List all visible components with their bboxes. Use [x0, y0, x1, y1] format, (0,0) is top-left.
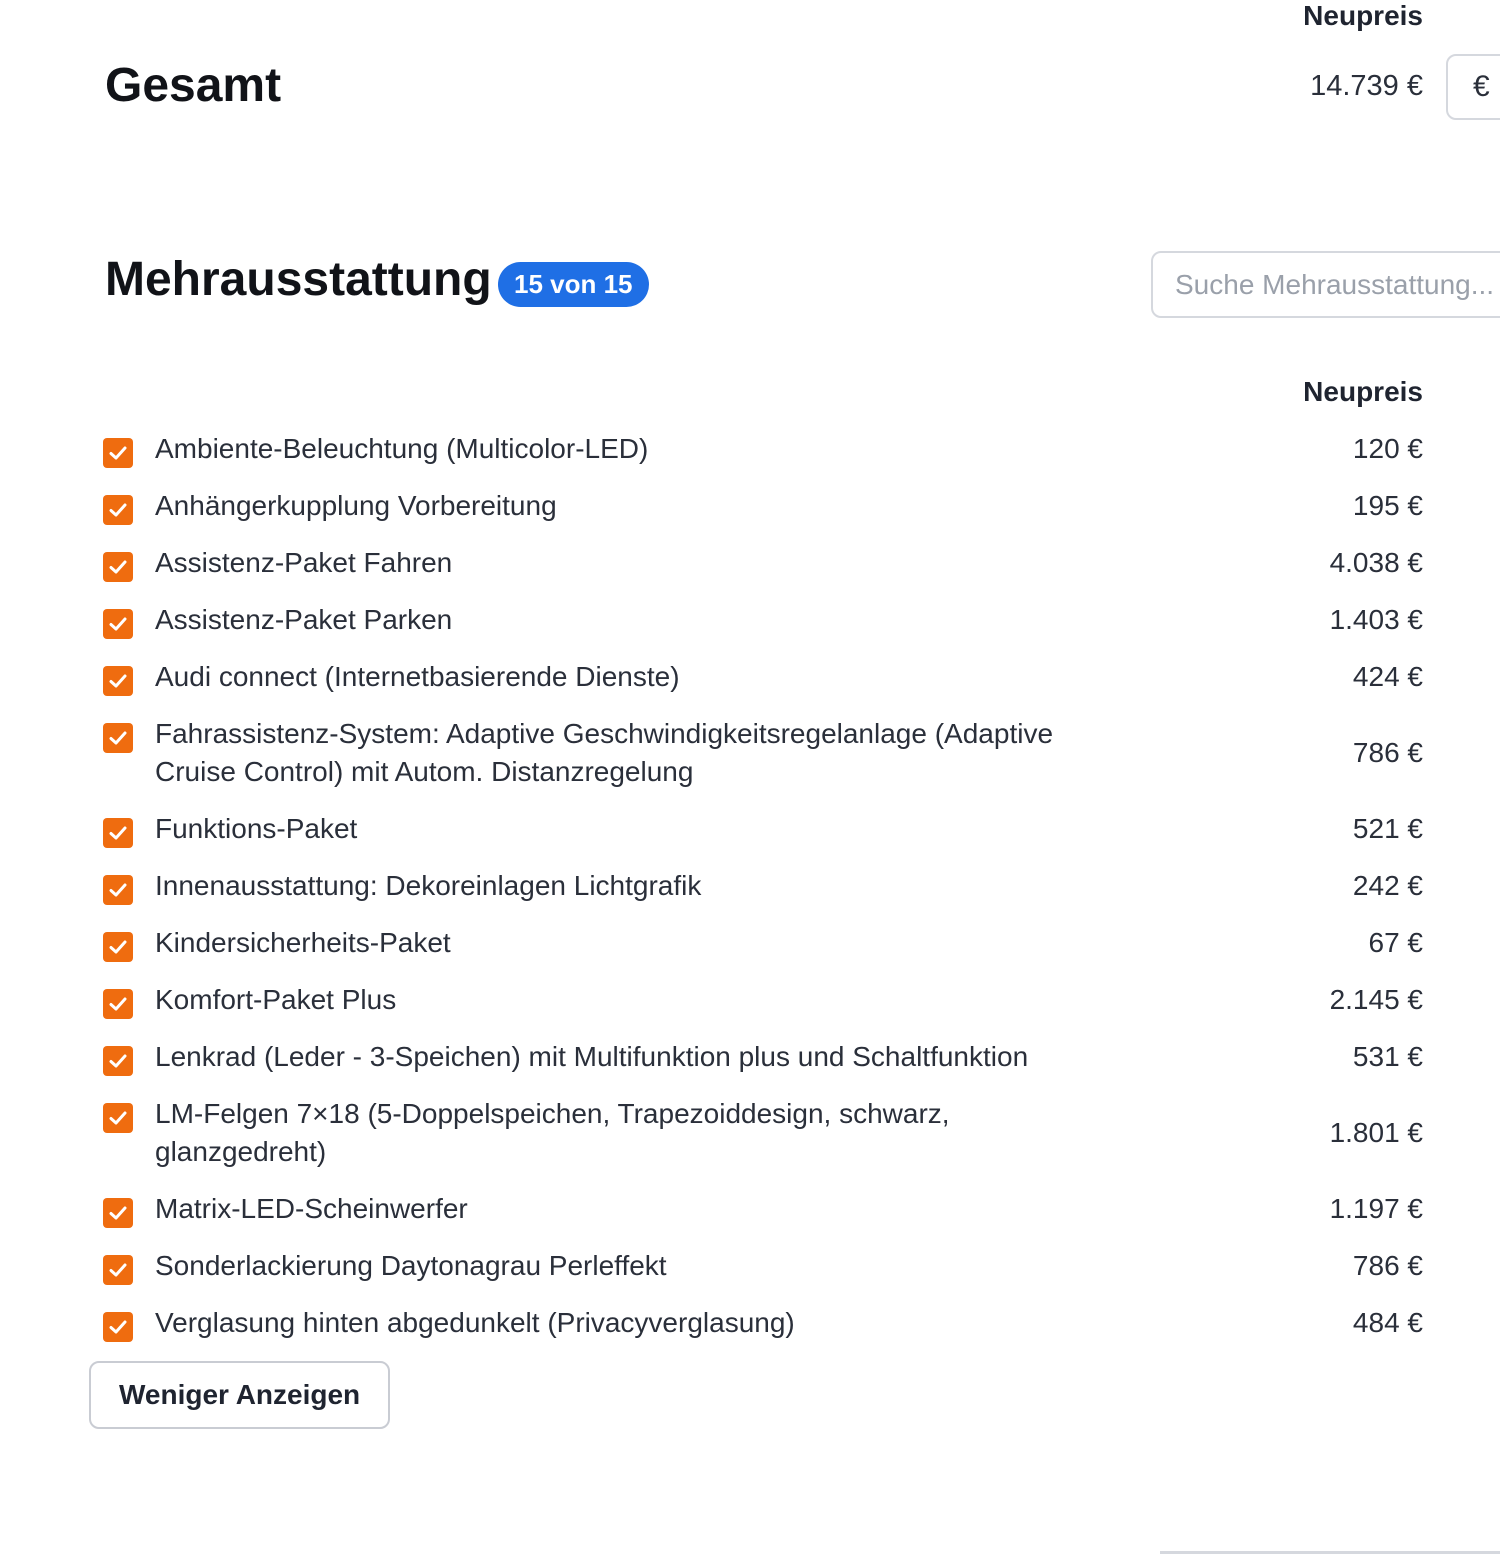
checkmark-icon: [109, 1206, 127, 1220]
count-badge: 15 von 15: [498, 262, 649, 307]
equipment-item[interactable]: Innenausstattung: Dekoreinlagen Lichtgra…: [103, 867, 1423, 905]
equipment-item[interactable]: Sonderlackierung Daytonagrau Perleffekt 7…: [103, 1247, 1423, 1285]
equipment-item-price: 786 €: [1352, 1250, 1423, 1281]
summary-total-price: 14.739 €: [1310, 70, 1423, 102]
equipment-item-label: Fahrassistenz-System: Adaptive Geschwind…: [155, 718, 1054, 787]
equipment-item-price: 120 €: [1352, 433, 1423, 464]
summary-column-header: Neupreis: [1303, 0, 1423, 31]
checkbox[interactable]: [103, 1198, 133, 1228]
equipment-item[interactable]: Ambiente-Beleuchtung (Multicolor-LED) 120…: [103, 430, 1423, 468]
checkbox[interactable]: [103, 495, 133, 525]
checkmark-icon: [109, 731, 127, 745]
summary-title: Gesamt: [105, 59, 282, 112]
equipment-item-price: 521 €: [1352, 813, 1423, 844]
checkbox[interactable]: [103, 818, 133, 848]
equipment-title: Mehrausstattung: [105, 253, 492, 306]
equipment-item-label: Assistenz-Paket Fahren: [155, 547, 453, 578]
equipment-item[interactable]: Assistenz-Paket Parken 1.403 €: [103, 601, 1423, 639]
checkmark-icon: [109, 883, 127, 897]
equipment-item-label: Verglasung hinten abgedunkelt (Privacyve…: [155, 1307, 795, 1338]
equipment-item-label: Innenausstattung: Dekoreinlagen Lichtgra…: [155, 870, 702, 901]
checkmark-icon: [109, 503, 127, 517]
checkbox[interactable]: [103, 875, 133, 905]
checkmark-icon: [109, 1320, 127, 1334]
checkmark-icon: [109, 997, 127, 1011]
equipment-item-price: 1.403 €: [1329, 604, 1423, 635]
equipment-item-price: 195 €: [1352, 490, 1423, 521]
equipment-item[interactable]: Komfort-Paket Plus 2.145 €: [103, 981, 1423, 1019]
checkbox[interactable]: [103, 1312, 133, 1342]
checkbox[interactable]: [103, 438, 133, 468]
checkbox[interactable]: [103, 552, 133, 582]
equipment-item-price: 484 €: [1352, 1307, 1423, 1338]
equipment-item-label: Audi connect (Internetbasierende Dienste…: [155, 661, 680, 692]
checkmark-icon: [109, 1111, 127, 1125]
equipment-item-label: Anhängerkupplung Vorbereitung: [155, 490, 557, 521]
equipment-item-price: 4.038 €: [1329, 547, 1423, 578]
checkbox[interactable]: [103, 723, 133, 753]
checkbox[interactable]: [103, 666, 133, 696]
equipment-item-label: Sonderlackierung Daytonagrau Perleffekt: [155, 1250, 667, 1281]
checkmark-icon: [109, 674, 127, 688]
equipment-item[interactable]: Anhängerkupplung Vorbereitung 195 €: [103, 487, 1423, 525]
equipment-item[interactable]: Kindersicherheits-Paket 67 €: [103, 924, 1423, 962]
equipment-item[interactable]: Matrix-LED-Scheinwerfer 1.197 €: [103, 1190, 1423, 1228]
equipment-item-price: 67 €: [1368, 927, 1424, 958]
checkmark-icon: [109, 1054, 127, 1068]
checkmark-icon: [109, 940, 127, 954]
equipment-item[interactable]: Audi connect (Internetbasierende Dienste…: [103, 658, 1423, 696]
checkmark-icon: [109, 560, 127, 574]
equipment-item-label: Ambiente-Beleuchtung (Multicolor-LED): [155, 433, 649, 464]
checkmark-icon: [109, 826, 127, 840]
page: Neupreis Gesamt 14.739 € € Mehrausstattu…: [0, 0, 1500, 1554]
equipment-item-label: Funktions-Paket: [155, 813, 358, 844]
checkmark-icon: [109, 1263, 127, 1277]
equipment-list: Ambiente-Beleuchtung (Multicolor-LED) 120…: [103, 430, 1423, 1361]
checkmark-icon: [109, 617, 127, 631]
equipment-item[interactable]: Fahrassistenz-System: Adaptive Geschwind…: [103, 715, 1423, 791]
checkmark-icon: [109, 446, 127, 460]
currency-input[interactable]: €: [1446, 54, 1500, 120]
equipment-item-price: 2.145 €: [1329, 984, 1423, 1015]
equipment-item-price: 424 €: [1352, 661, 1423, 692]
checkbox[interactable]: [103, 609, 133, 639]
equipment-item[interactable]: Verglasung hinten abgedunkelt (Privacyve…: [103, 1304, 1423, 1342]
equipment-item-price: 786 €: [1352, 737, 1423, 768]
equipment-column-header: Neupreis: [1303, 376, 1423, 407]
checkbox[interactable]: [103, 1255, 133, 1285]
checkbox[interactable]: [103, 932, 133, 962]
equipment-search-input[interactable]: Suche Mehrausstattung...: [1151, 251, 1500, 318]
equipment-item-label: Assistenz-Paket Parken: [155, 604, 453, 635]
checkbox[interactable]: [103, 1103, 133, 1133]
equipment-item-label: Lenkrad (Leder - 3-Speichen) mit Multifu…: [155, 1041, 1029, 1072]
equipment-item-label: LM-Felgen 7×18 (5-Doppelspeichen, Trapez…: [155, 1098, 950, 1167]
equipment-item-price: 531 €: [1352, 1041, 1423, 1072]
equipment-item-label: Kindersicherheits-Paket: [155, 927, 451, 958]
equipment-item[interactable]: Funktions-Paket 521 €: [103, 810, 1423, 848]
checkbox[interactable]: [103, 989, 133, 1019]
equipment-item-label: Komfort-Paket Plus: [155, 984, 397, 1015]
equipment-item-price: 1.197 €: [1329, 1193, 1423, 1224]
equipment-item-price: 1.801 €: [1329, 1117, 1423, 1148]
equipment-item[interactable]: Lenkrad (Leder - 3-Speichen) mit Multifu…: [103, 1038, 1423, 1076]
equipment-item[interactable]: LM-Felgen 7×18 (5-Doppelspeichen, Trapez…: [103, 1095, 1423, 1171]
equipment-item-label: Matrix-LED-Scheinwerfer: [155, 1193, 468, 1224]
show-less-button[interactable]: Weniger Anzeigen: [89, 1361, 391, 1429]
checkbox[interactable]: [103, 1046, 133, 1076]
equipment-item[interactable]: Assistenz-Paket Fahren 4.038 €: [103, 544, 1423, 582]
equipment-item-price: 242 €: [1352, 870, 1423, 901]
